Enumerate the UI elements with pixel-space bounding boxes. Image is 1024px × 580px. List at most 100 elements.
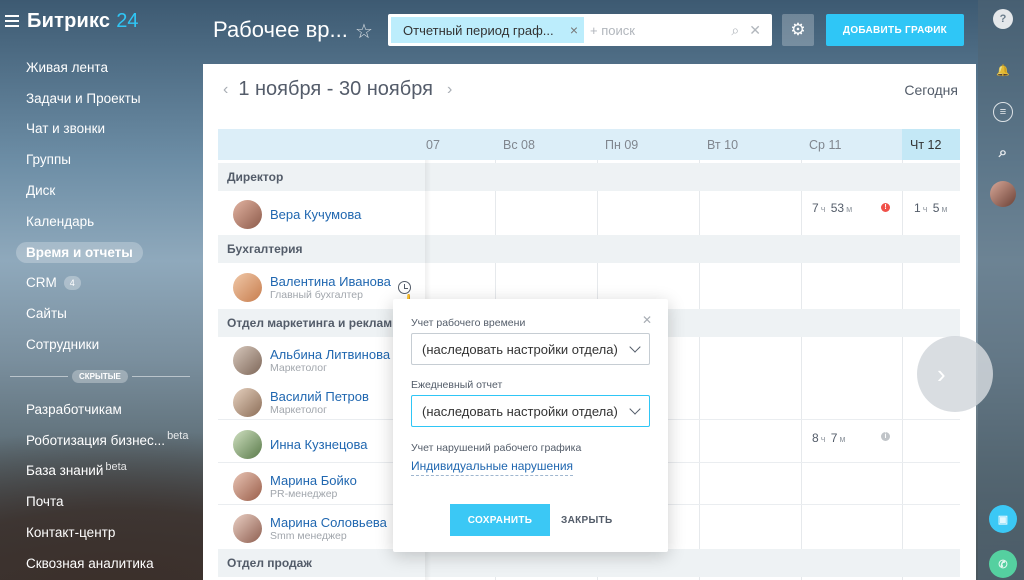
bell-icon[interactable]: 🔔 <box>993 60 1013 80</box>
settings-popup: ✕ Учет рабочего времени (наследовать нас… <box>393 299 668 552</box>
employee-row[interactable]: Валентина Иванова Главный бухгалтер <box>233 273 391 302</box>
menu-item-employees[interactable]: Сотрудники <box>0 329 200 360</box>
menu-item-disk[interactable]: Диск <box>0 175 200 206</box>
warning-icon[interactable]: ! <box>881 203 890 212</box>
daily-report-select[interactable]: (наследовать настройки отдела) <box>411 395 650 427</box>
clock-icon[interactable] <box>398 281 411 294</box>
period-label: 1 ноября - 30 ноября <box>238 78 433 100</box>
menu-item-robotization[interactable]: Роботизация бизнес... beta <box>0 425 200 456</box>
avatar <box>233 514 262 543</box>
employee-name[interactable]: Марина Соловьева <box>270 515 387 530</box>
menu-item-time[interactable]: Время и отчеты <box>0 237 200 268</box>
search-icon[interactable]: ⌕ <box>731 22 739 39</box>
separator-line <box>131 376 190 378</box>
menu-item-contact-center[interactable]: Контакт-центр <box>0 517 200 548</box>
employee-row[interactable]: Марина Бойко PR-менеджер <box>233 472 357 501</box>
search-icon[interactable]: ⌕ <box>993 142 1013 162</box>
avatar <box>233 273 262 302</box>
menu-item-sites[interactable]: Сайты <box>0 298 200 329</box>
close-button[interactable]: ЗАКРЫТЬ <box>561 504 612 536</box>
brand-number: 24 <box>116 9 139 32</box>
avatar <box>233 388 262 417</box>
menu-item-chat[interactable]: Чат и звонки <box>0 114 200 145</box>
avatar <box>233 346 262 375</box>
hidden-label: СКРЫТЫЕ <box>72 370 128 384</box>
day-header: 07 <box>426 137 440 152</box>
menu-item-developers[interactable]: Разработчикам <box>0 394 200 425</box>
close-icon[interactable]: × <box>570 22 578 38</box>
star-icon[interactable]: ☆ <box>355 19 373 44</box>
menu-item-feed[interactable]: Живая лента <box>0 52 200 83</box>
menu-item-groups[interactable]: Группы <box>0 144 200 175</box>
menu-item-calendar[interactable]: Календарь <box>0 206 200 237</box>
filter-chip-label: Отчетный период граф... <box>403 22 554 38</box>
right-panel <box>978 0 1024 580</box>
employee-position: Маркетолог <box>270 403 327 416</box>
beta-badge: beta <box>105 460 127 473</box>
employee-name[interactable]: Вера Кучумова <box>270 207 361 222</box>
popup-label: Ежедневный отчет <box>411 379 503 391</box>
day-header-today: Чт 12 <box>902 129 960 160</box>
employee-name[interactable]: Марина Бойко <box>270 473 357 488</box>
chevron-left-icon[interactable]: ‹ <box>223 81 228 99</box>
hidden-separator[interactable]: СКРЫТЫЕ <box>0 360 200 394</box>
popup-label: Учет рабочего времени <box>411 317 526 329</box>
day-header: Пн 09 <box>605 137 639 152</box>
employee-row[interactable]: Вера Кучумова <box>233 200 361 229</box>
brand-name: Битрикс <box>27 9 111 32</box>
period-nav: ‹ 1 ноября - 30 ноября › <box>223 78 452 101</box>
timeman-icon[interactable]: ▣ <box>989 505 1017 533</box>
employee-name[interactable]: Инна Кузнецова <box>270 437 368 452</box>
logo[interactable]: Битрикс 24 <box>5 9 139 33</box>
left-menu: Живая лента Задачи и Проекты Чат и звонк… <box>0 52 200 579</box>
menu-item-mail[interactable]: Почта <box>0 486 200 517</box>
group-row: Директор <box>218 163 960 191</box>
page-title: Рабочее вр... <box>213 17 348 42</box>
group-row: Отдел продаж <box>218 549 960 577</box>
clear-icon[interactable]: ✕ <box>749 22 761 39</box>
employee-name[interactable]: Василий Петров <box>270 389 369 404</box>
menu-icon[interactable] <box>5 15 19 27</box>
employee-name[interactable]: Валентина Иванова <box>270 274 391 289</box>
chat-icon[interactable]: ≡ <box>993 102 1013 122</box>
time-cell[interactable]: 7ч 53 м <box>812 201 854 215</box>
avatar <box>233 200 262 229</box>
employee-row[interactable]: Марина Соловьева Smm менеджер <box>233 514 387 543</box>
help-icon[interactable]: ? <box>993 9 1013 29</box>
save-button[interactable]: СОХРАНИТЬ <box>450 504 550 536</box>
violations-link[interactable]: Индивидуальные нарушения <box>411 459 574 476</box>
employee-position: Маркетолог <box>270 361 327 374</box>
chevron-right-icon[interactable]: › <box>917 336 993 412</box>
employee-row[interactable]: Альбина Литвинова Маркетолог <box>233 346 390 375</box>
today-button[interactable]: Сегодня <box>904 82 958 98</box>
info-icon[interactable]: i <box>881 432 890 441</box>
close-icon[interactable]: ✕ <box>642 313 652 327</box>
filter-chip[interactable]: Отчетный период граф... × <box>391 17 584 43</box>
avatar <box>233 472 262 501</box>
search-input[interactable]: + поиск <box>590 23 635 38</box>
avatar[interactable] <box>990 181 1016 207</box>
time-cell[interactable]: 1ч 5м <box>914 201 950 215</box>
employee-position: Главный бухгалтер <box>270 288 363 301</box>
add-schedule-button[interactable]: ДОБАВИТЬ ГРАФИК <box>826 14 964 46</box>
menu-item-knowledge[interactable]: База знаний beta <box>0 456 200 487</box>
employee-row[interactable]: Василий Петров Маркетолог <box>233 388 369 417</box>
gear-icon[interactable]: ⚙ <box>782 14 814 46</box>
group-row: Бухгалтерия <box>218 235 960 263</box>
grid-line <box>801 160 802 580</box>
menu-item-crm[interactable]: CRM 4 <box>0 268 200 299</box>
time-cell[interactable]: 8ч 7м <box>812 431 848 445</box>
employee-position: Smm менеджер <box>270 529 347 542</box>
avatar <box>233 430 262 459</box>
menu-item-tasks[interactable]: Задачи и Проекты <box>0 83 200 114</box>
day-header: Вт 10 <box>707 137 739 152</box>
chevron-right-icon[interactable]: › <box>447 81 452 99</box>
phone-icon[interactable]: ✆ <box>989 550 1017 578</box>
employee-name[interactable]: Альбина Литвинова <box>270 347 390 362</box>
menu-item-analytics[interactable]: Сквозная аналитика <box>0 548 200 579</box>
day-header: Вс 08 <box>503 137 535 152</box>
popup-label: Учет нарушений рабочего графика <box>411 442 582 454</box>
worktime-select[interactable]: (наследовать настройки отдела) <box>411 333 650 365</box>
search-bar[interactable]: Отчетный период граф... × + поиск ⌕ ✕ <box>388 14 772 46</box>
employee-row[interactable]: Инна Кузнецова <box>233 430 368 459</box>
